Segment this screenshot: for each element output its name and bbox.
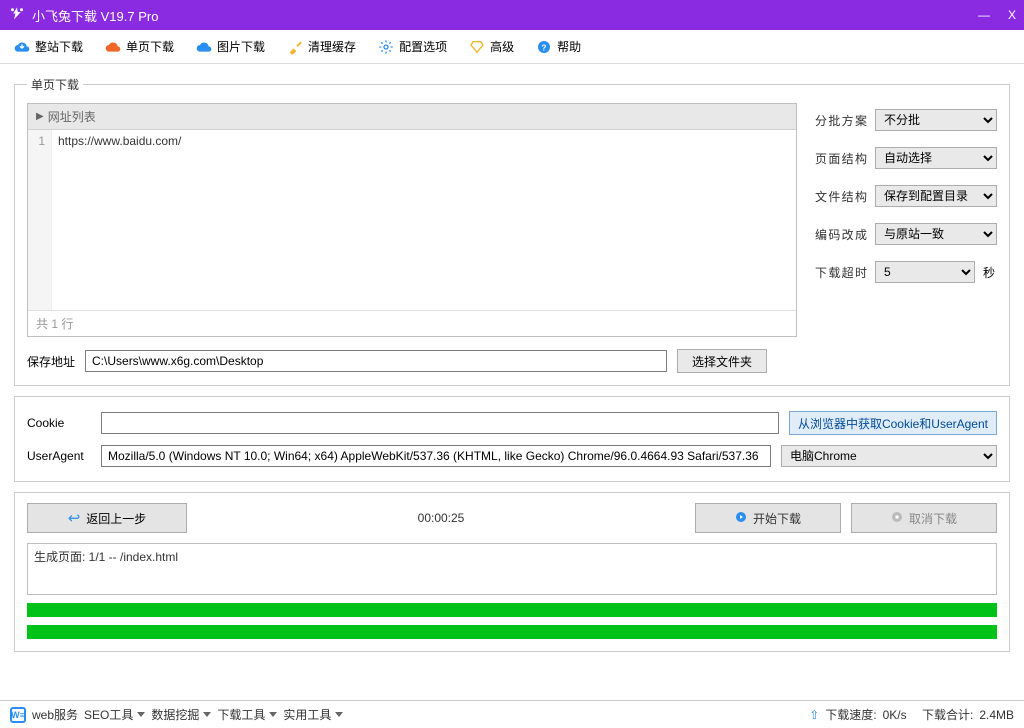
status-label: 数据挖掘 [151, 706, 199, 723]
button-label: 选择文件夹 [692, 353, 752, 370]
window-title: 小飞兔下载 V19.7 Pro [32, 6, 978, 25]
help-icon: ? [536, 39, 552, 55]
broom-icon [287, 39, 303, 55]
diamond-icon [469, 39, 485, 55]
toolbar-label: 单页下载 [126, 38, 174, 55]
toolbar-label: 帮助 [557, 38, 581, 55]
status-data-mining[interactable]: 数据挖掘 [151, 706, 211, 723]
options-panel: 分批方案 不分批 页面结构 自动选择 文件结构 保存到配置目录 编码改成 与原站… [815, 103, 997, 337]
caret-down-icon [269, 712, 277, 717]
toolbar-label: 配置选项 [399, 38, 447, 55]
save-path-input[interactable] [85, 350, 667, 372]
toolbar-help[interactable]: ? 帮助 [536, 38, 581, 55]
url-list-box: ▶ 网址列表 1 https://www.baidu.com/ 共 1 行 [27, 103, 797, 337]
caret-down-icon [137, 712, 145, 717]
save-path-label: 保存地址 [27, 353, 75, 370]
line-gutter: 1 [28, 130, 52, 310]
batch-label: 分批方案 [815, 112, 867, 129]
upload-icon: ⇧ [809, 708, 819, 722]
caret-down-icon [203, 712, 211, 717]
timer-display: 00:00:25 [197, 511, 685, 525]
page-structure-select[interactable]: 自动选择 [875, 147, 997, 169]
useragent-preset-select[interactable]: 电脑Chrome [781, 445, 997, 467]
url-list-header[interactable]: ▶ 网址列表 [28, 104, 796, 130]
back-button[interactable]: ↩ 返回上一步 [27, 503, 187, 533]
cloud-image-icon [196, 39, 212, 55]
button-label: 返回上一步 [86, 510, 146, 527]
url-line[interactable]: https://www.baidu.com/ [52, 130, 796, 310]
timeout-label: 下载超时 [815, 264, 867, 281]
stop-icon [891, 511, 903, 526]
status-download-tools[interactable]: 下载工具 [217, 706, 277, 723]
timeout-select[interactable]: 5 [875, 261, 975, 283]
gear-icon [378, 39, 394, 55]
file-structure-label: 文件结构 [815, 188, 867, 205]
button-label: 取消下载 [909, 510, 957, 527]
progress-bar-2 [27, 625, 997, 639]
web-service-icon: W≡ [10, 707, 26, 723]
start-download-button[interactable]: 开始下载 [695, 503, 841, 533]
log-line: 生成页面: 1/1 -- /index.html [34, 548, 990, 565]
log-output: 生成页面: 1/1 -- /index.html [27, 543, 997, 595]
close-button[interactable]: X [1008, 8, 1016, 22]
total-label: 下载合计: [922, 706, 973, 723]
http-section: Cookie 从浏览器中获取Cookie和UserAgent UserAgent… [14, 396, 1010, 482]
cookie-input[interactable] [101, 412, 779, 434]
useragent-input[interactable] [101, 445, 771, 467]
status-label: SEO工具 [84, 706, 133, 723]
toolbar-config[interactable]: 配置选项 [378, 38, 447, 55]
caret-down-icon [335, 712, 343, 717]
button-label: 从浏览器中获取Cookie和UserAgent [798, 415, 988, 432]
speed-value: 0K/s [883, 708, 907, 722]
toolbar-label: 图片下载 [217, 38, 265, 55]
batch-select[interactable]: 不分批 [875, 109, 997, 131]
get-from-browser-button[interactable]: 从浏览器中获取Cookie和UserAgent [789, 411, 997, 435]
cloud-down-icon [14, 39, 30, 55]
group-legend: 单页下载 [27, 76, 83, 93]
svg-text:?: ? [542, 43, 547, 52]
timeout-unit: 秒 [983, 264, 997, 281]
toolbar-clear-cache[interactable]: 清理缓存 [287, 38, 356, 55]
play-icon [735, 511, 747, 526]
encoding-label: 编码改成 [815, 226, 867, 243]
page-structure-label: 页面结构 [815, 150, 867, 167]
speed-label: 下载速度: [825, 706, 876, 723]
cookie-label: Cookie [27, 416, 91, 430]
statusbar: W≡ web服务 SEO工具 数据挖掘 下载工具 实用工具 ⇧ 下载速度: 0K… [0, 700, 1024, 728]
url-list-header-label: 网址列表 [48, 108, 96, 125]
choose-folder-button[interactable]: 选择文件夹 [677, 349, 767, 373]
single-page-group: 单页下载 ▶ 网址列表 1 https://www.baidu.com/ 共 1… [14, 76, 1010, 386]
toolbar-whole-site[interactable]: 整站下载 [14, 38, 83, 55]
encoding-select[interactable]: 与原站一致 [875, 223, 997, 245]
url-list-body[interactable]: 1 https://www.baidu.com/ [28, 130, 796, 310]
action-section: ↩ 返回上一步 00:00:25 开始下载 取消下载 生成页面: 1/1 -- … [14, 492, 1010, 652]
triangle-icon: ▶ [36, 111, 44, 122]
toolbar-label: 清理缓存 [308, 38, 356, 55]
status-utilities[interactable]: 实用工具 [283, 706, 343, 723]
status-label: 实用工具 [283, 706, 331, 723]
app-logo-icon [8, 6, 26, 24]
toolbar-label: 高级 [490, 38, 514, 55]
toolbar-image-download[interactable]: 图片下载 [196, 38, 265, 55]
progress-bar-1 [27, 603, 997, 617]
toolbar-advanced[interactable]: 高级 [469, 38, 514, 55]
minimize-button[interactable]: — [978, 8, 990, 22]
useragent-label: UserAgent [27, 449, 91, 463]
cloud-down-orange-icon [105, 39, 121, 55]
toolbar-label: 整站下载 [35, 38, 83, 55]
file-structure-select[interactable]: 保存到配置目录 [875, 185, 997, 207]
status-seo-tools[interactable]: SEO工具 [84, 706, 145, 723]
reply-arrow-icon: ↩ [68, 509, 81, 527]
button-label: 开始下载 [753, 510, 801, 527]
status-label: 下载工具 [217, 706, 265, 723]
total-value: 2.4MB [979, 708, 1014, 722]
status-label: web服务 [32, 706, 78, 723]
status-web-service[interactable]: web服务 [32, 706, 78, 723]
toolbar: 整站下载 单页下载 图片下载 清理缓存 配置选项 高级 ? 帮助 [0, 30, 1024, 64]
url-list-footer: 共 1 行 [28, 310, 796, 336]
toolbar-single-page[interactable]: 单页下载 [105, 38, 174, 55]
cancel-download-button[interactable]: 取消下载 [851, 503, 997, 533]
status-speed: ⇧ 下载速度: 0K/s 下载合计: 2.4MB [809, 706, 1014, 723]
titlebar: 小飞兔下载 V19.7 Pro — X [0, 0, 1024, 30]
